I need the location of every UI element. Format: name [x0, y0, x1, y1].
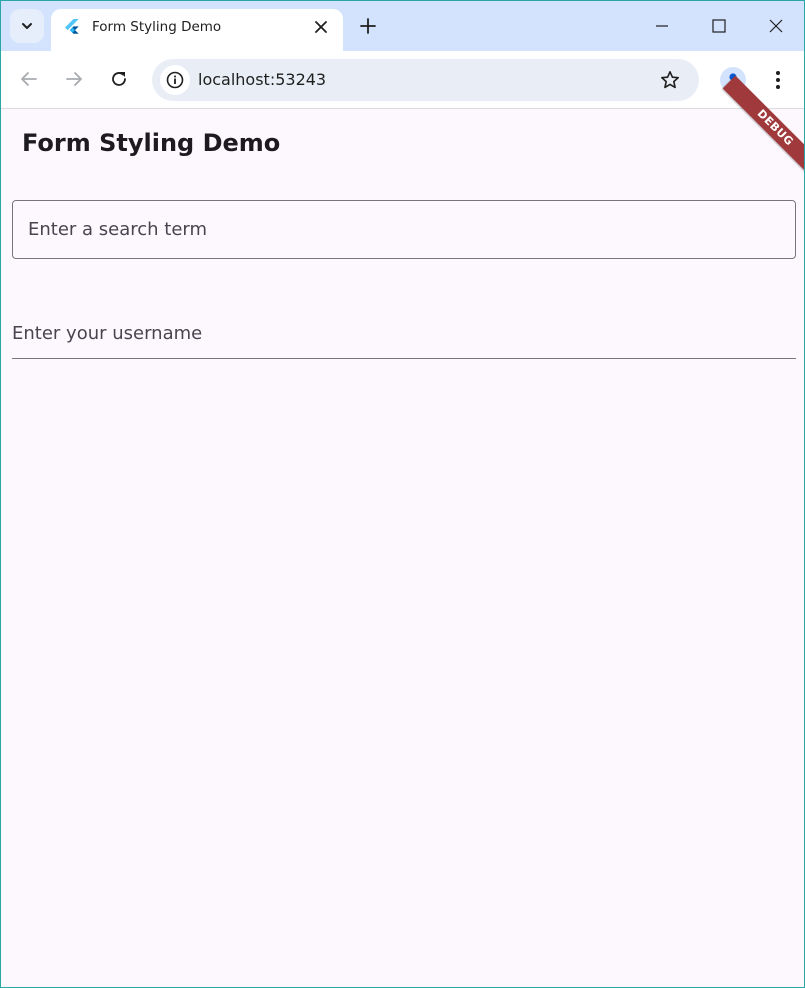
- close-icon: [315, 21, 327, 33]
- browser-menu-button[interactable]: [767, 69, 789, 91]
- minimize-icon: [656, 25, 668, 27]
- plus-icon: [360, 18, 376, 34]
- site-info-button[interactable]: [160, 65, 190, 95]
- arrow-right-icon: [66, 72, 82, 86]
- tab-strip: Form Styling Demo: [1, 1, 804, 51]
- flutter-icon: [65, 19, 79, 34]
- search-input[interactable]: [12, 200, 796, 259]
- address-bar[interactable]: localhost:53243: [152, 59, 699, 101]
- minimize-button[interactable]: [651, 15, 673, 37]
- kebab-icon: [776, 71, 780, 89]
- forward-button[interactable]: [63, 68, 85, 90]
- arrow-left-icon: [21, 72, 37, 86]
- reload-icon: [112, 72, 126, 86]
- username-input[interactable]: [12, 309, 796, 359]
- maximize-icon: [712, 19, 726, 33]
- tab-title: Form Styling Demo: [92, 19, 222, 35]
- close-icon: [769, 19, 783, 33]
- back-button[interactable]: [18, 68, 40, 90]
- tab-search-button[interactable]: [10, 9, 44, 43]
- browser-window: Form Styling Demo localhost:53243 Form S…: [0, 0, 805, 988]
- app-bar-title: Form Styling Demo: [22, 129, 281, 157]
- new-tab-button[interactable]: [357, 15, 379, 37]
- maximize-button[interactable]: [708, 15, 730, 37]
- browser-toolbar: localhost:53243: [1, 51, 804, 109]
- tab-close-button[interactable]: [313, 19, 329, 35]
- bookmark-button[interactable]: [659, 69, 681, 91]
- chevron-down-icon: [22, 23, 32, 29]
- info-icon: [166, 71, 184, 89]
- close-window-button[interactable]: [765, 15, 787, 37]
- app-page: Form Styling Demo DEBUG: [1, 75, 804, 987]
- reload-button[interactable]: [108, 68, 130, 90]
- tab-form-styling-demo[interactable]: Form Styling Demo: [51, 9, 343, 51]
- star-icon: [661, 71, 679, 89]
- url-text[interactable]: localhost:53243: [198, 70, 326, 89]
